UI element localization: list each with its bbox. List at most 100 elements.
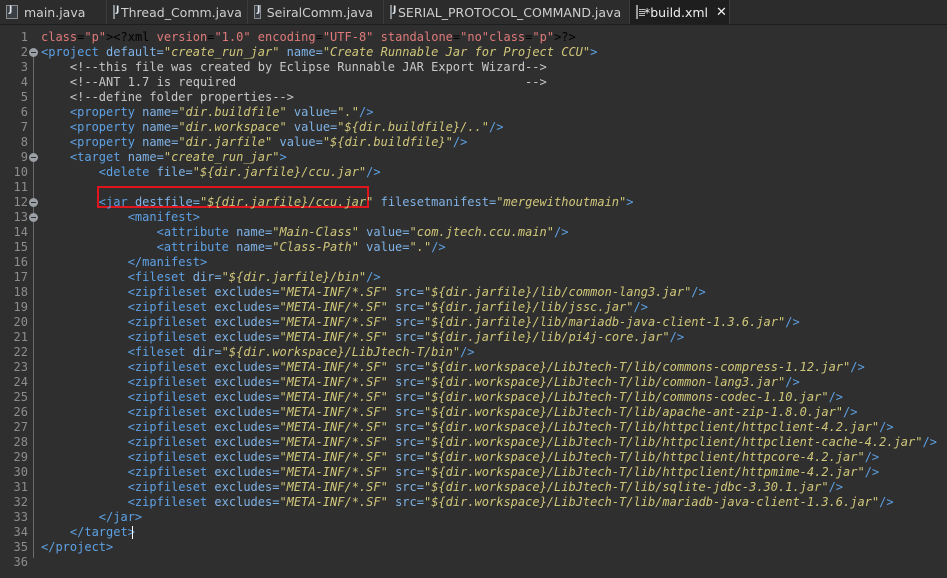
code-line[interactable]: 26 <zipfileset excludes="META-INF/*.SF" … [0, 405, 947, 420]
code-line[interactable]: 13 <manifest> [0, 210, 947, 225]
code-line[interactable]: 31 <zipfileset excludes="META-INF/*.SF" … [0, 480, 947, 495]
xml-file-icon [636, 5, 645, 19]
code-line[interactable]: 33 </jar> [0, 510, 947, 525]
tab-main-java[interactable]: main.java [0, 0, 107, 24]
code-line[interactable]: 10 <delete file="${dir.jarfile}/ccu.jar"… [0, 165, 947, 180]
line-number: 6 [20, 105, 28, 119]
code-line[interactable]: 29 <zipfileset excludes="META-INF/*.SF" … [0, 450, 947, 465]
code-line[interactable]: 8 <property name="dir.jarfile" value="${… [0, 135, 947, 150]
code-line[interactable]: 16 </manifest> [0, 255, 947, 270]
collapse-fold-icon[interactable] [29, 48, 38, 57]
code-line[interactable]: 23 <zipfileset excludes="META-INF/*.SF" … [0, 360, 947, 375]
code-line[interactable]: 25 <zipfileset excludes="META-INF/*.SF" … [0, 390, 947, 405]
code-line[interactable]: 12 <jar destfile="${dir.jarfile}/ccu.jar… [0, 195, 947, 210]
code-text: <zipfileset excludes="META-INF/*.SF" src… [127, 465, 880, 479]
tab-seiralcomm-java[interactable]: SeiralComm.java [248, 0, 384, 24]
code-line[interactable]: 5 <!--define folder properties--> [0, 90, 947, 105]
code-text: <manifest> [127, 210, 200, 224]
collapse-fold-icon[interactable] [29, 213, 38, 222]
code-text: <property name="dir.jarfile" value="${di… [69, 135, 468, 149]
line-number: 21 [13, 330, 28, 344]
code-text: <fileset dir="${dir.workspace}/LibJtech-… [127, 345, 475, 359]
code-line[interactable]: 11 [0, 180, 947, 195]
code-line[interactable]: 22 <fileset dir="${dir.workspace}/LibJte… [0, 345, 947, 360]
line-number: 20 [13, 315, 28, 329]
tab-serial-protocol-command-java[interactable]: SERIAL_PROTOCOL_COMMAND.java [384, 0, 630, 24]
code-line[interactable]: 1 class="p"><?xml version="1.0" encoding=… [0, 30, 947, 45]
code-line[interactable]: 19 <zipfileset excludes="META-INF/*.SF" … [0, 300, 947, 315]
code-text: <zipfileset excludes="META-INF/*.SF" src… [127, 300, 648, 314]
line-number: 8 [20, 135, 28, 149]
text-caret [132, 526, 133, 539]
line-number: 33 [13, 510, 28, 524]
code-line[interactable]: 34 </target> [0, 525, 947, 540]
line-number: 24 [13, 375, 28, 389]
code-text: <zipfileset excludes="META-INF/*.SF" src… [127, 375, 800, 389]
code-line[interactable]: 20 <zipfileset excludes="META-INF/*.SF" … [0, 315, 947, 330]
code-text: <zipfileset excludes="META-INF/*.SF" src… [127, 495, 894, 509]
tab-build-xml[interactable]: *build.xml ✕ [630, 0, 730, 24]
code-line[interactable]: 7 <property name="dir.workspace" value="… [0, 120, 947, 135]
line-number: 34 [13, 525, 28, 539]
code-text: <!--this file was created by Eclipse Run… [41, 60, 547, 74]
code-line[interactable]: 2 <project default="create_run_jar" name=… [0, 45, 947, 60]
line-number: 14 [13, 225, 28, 239]
java-file-icon [254, 5, 261, 19]
code-text: <jar destfile="${dir.jarfile}/ccu.jar" f… [98, 195, 634, 209]
code-text: <delete file="${dir.jarfile}/ccu.jar"/> [98, 165, 381, 179]
code-text: <target name="create_run_jar"> [69, 150, 287, 164]
code-line[interactable]: 35 </project> [0, 540, 947, 555]
line-number: 35 [13, 540, 28, 554]
tab-label: Thread_Comm.java [121, 4, 242, 20]
tab-label: SeiralComm.java [266, 4, 373, 20]
line-number: 36 [13, 555, 28, 569]
code-line[interactable]: 24 <zipfileset excludes="META-INF/*.SF" … [0, 375, 947, 390]
java-file-icon [390, 5, 396, 19]
java-file-icon [6, 5, 18, 19]
code-text: </manifest> [127, 255, 208, 269]
code-line[interactable]: 14 <attribute name="Main-Class" value="c… [0, 225, 947, 240]
collapse-fold-icon[interactable] [29, 153, 38, 162]
code-text: <zipfileset excludes="META-INF/*.SF" src… [127, 405, 858, 419]
code-line[interactable]: 18 <zipfileset excludes="META-INF/*.SF" … [0, 285, 947, 300]
code-editor[interactable]: 1 class="p"><?xml version="1.0" encoding=… [0, 26, 947, 578]
editor-tab-bar: main.java Thread_Comm.java SeiralComm.java… [0, 0, 947, 25]
code-text: <zipfileset excludes="META-INF/*.SF" src… [127, 420, 894, 434]
code-line[interactable]: 32 <zipfileset excludes="META-INF/*.SF" … [0, 495, 947, 510]
line-number: 32 [13, 495, 28, 509]
code-text: <zipfileset excludes="META-INF/*.SF" src… [127, 330, 685, 344]
code-text: <property name="dir.buildfile" value="."… [69, 105, 374, 119]
code-line[interactable]: 36 [0, 555, 947, 570]
line-number: 16 [13, 255, 28, 269]
code-line[interactable]: 30 <zipfileset excludes="META-INF/*.SF" … [0, 465, 947, 480]
code-text: <attribute name="Main-Class" value="com.… [156, 225, 569, 239]
code-line[interactable]: 3 <!--this file was created by Eclipse R… [0, 60, 947, 75]
line-number: 3 [20, 60, 28, 74]
line-number: 27 [13, 420, 28, 434]
code-text: <project default="create_run_jar" name="… [41, 45, 598, 59]
line-number: 11 [13, 180, 28, 194]
code-text: <zipfileset excludes="META-INF/*.SF" src… [127, 360, 865, 374]
code-line[interactable]: 15 <attribute name="Class-Path" value=".… [0, 240, 947, 255]
code-line[interactable]: 9 <target name="create_run_jar"> [0, 150, 947, 165]
code-line[interactable]: 21 <zipfileset excludes="META-INF/*.SF" … [0, 330, 947, 345]
line-number: 26 [13, 405, 28, 419]
code-text: </target> [69, 525, 135, 539]
code-line[interactable]: 4 <!--ANT 1.7 is required --> [0, 75, 947, 90]
code-text: <fileset dir="${dir.jarfile}/bin"/> [127, 270, 381, 284]
code-text: <!--ANT 1.7 is required --> [41, 75, 547, 89]
close-tab-icon[interactable]: ✕ [716, 5, 727, 20]
code-line[interactable]: 17 <fileset dir="${dir.jarfile}/bin"/> [0, 270, 947, 285]
code-line[interactable]: 28 <zipfileset excludes="META-INF/*.SF" … [0, 435, 947, 450]
line-number: 28 [13, 435, 28, 449]
line-number: 13 [13, 210, 28, 224]
code-text: <attribute name="Class-Path" value="."/> [156, 240, 446, 254]
code-line[interactable]: 6 <property name="dir.buildfile" value="… [0, 105, 947, 120]
code-line[interactable]: 27 <zipfileset excludes="META-INF/*.SF" … [0, 420, 947, 435]
tab-thread-comm-java[interactable]: Thread_Comm.java [107, 0, 248, 24]
collapse-fold-icon[interactable] [29, 198, 38, 207]
code-text: <zipfileset excludes="META-INF/*.SF" src… [127, 450, 880, 464]
tab-label: main.java [24, 4, 86, 20]
line-number: 4 [20, 75, 28, 89]
line-number: 25 [13, 390, 28, 404]
